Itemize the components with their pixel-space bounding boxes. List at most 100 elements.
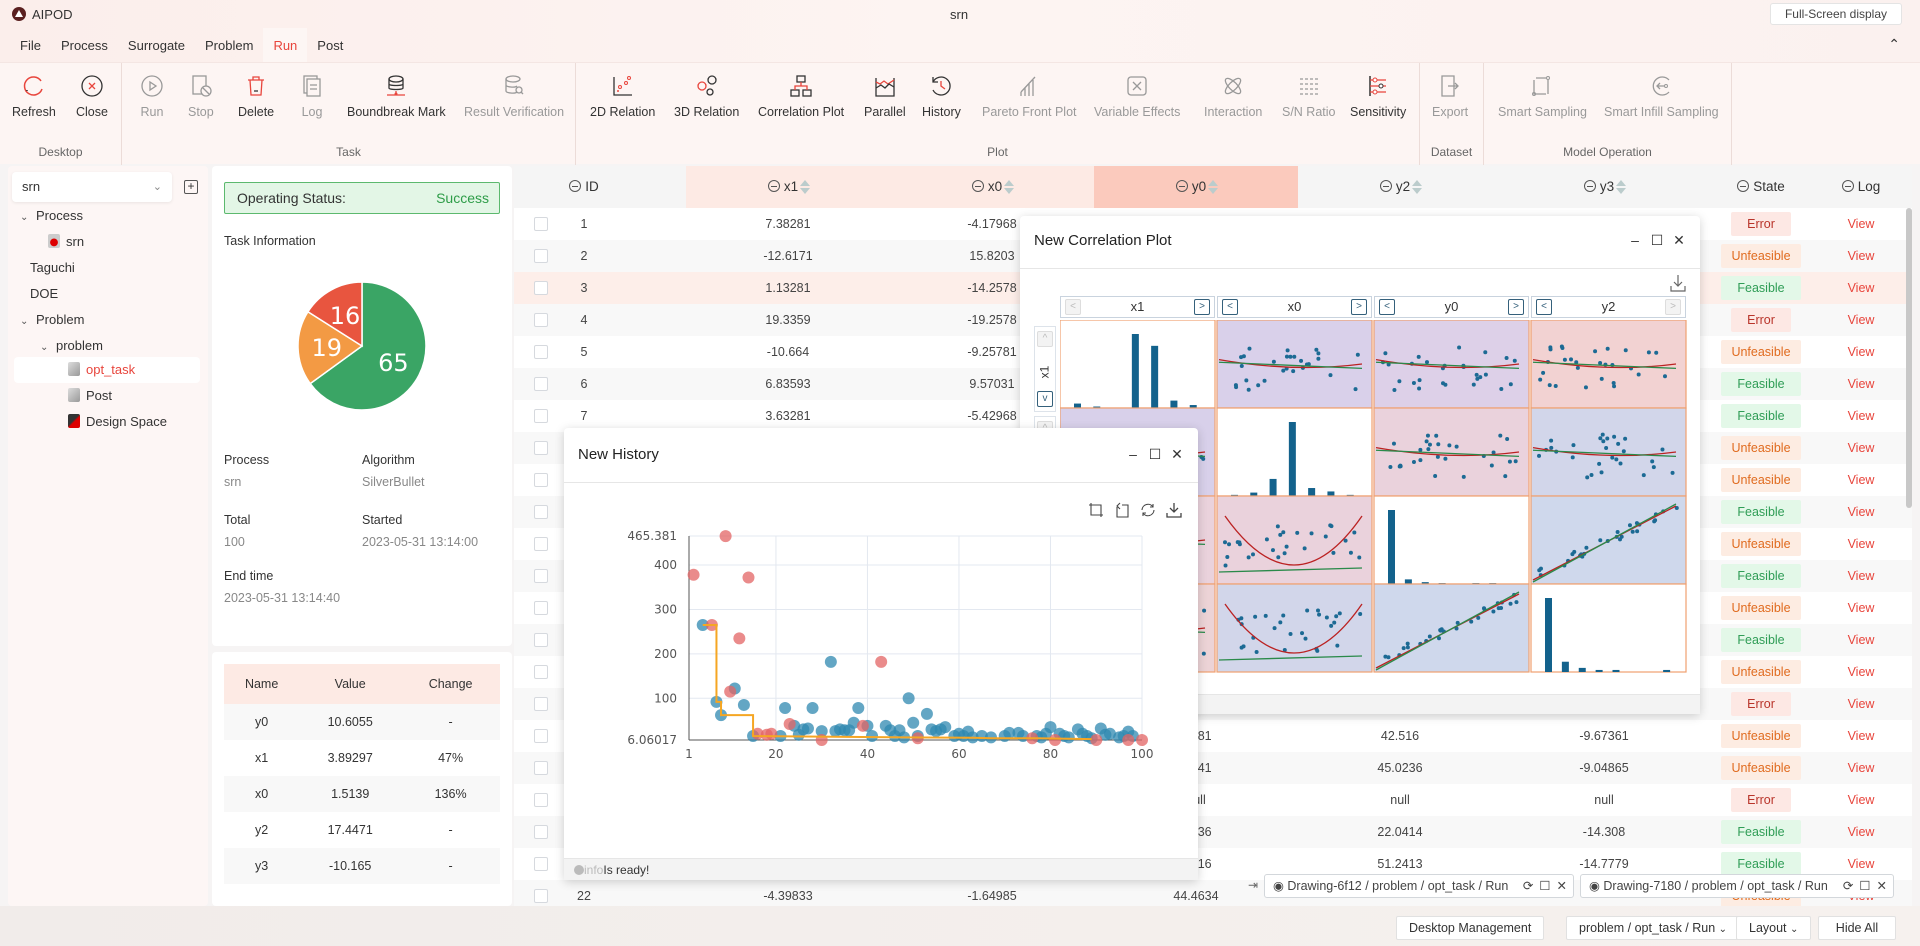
- view-log-link[interactable]: View: [1816, 272, 1906, 304]
- maximize-icon[interactable]: ☐: [1539, 875, 1550, 897]
- sort-icon[interactable]: [1004, 180, 1012, 194]
- refresh-icon[interactable]: ⟳: [1523, 875, 1533, 897]
- maximize-icon[interactable]: ☐: [1148, 446, 1162, 463]
- project-select[interactable]: srn ⌄: [12, 172, 172, 202]
- sn-ratio-button[interactable]: S/N Ratio: [1282, 73, 1336, 119]
- parallel-button[interactable]: Parallel: [864, 73, 906, 119]
- prev-column-button[interactable]: <: [1065, 299, 1081, 315]
- data-point-unfeasible[interactable]: [856, 719, 869, 732]
- matrix-cell-x0-y2[interactable]: [1530, 407, 1687, 497]
- collapse-ribbon-icon[interactable]: ⌃: [1888, 36, 1900, 53]
- result-verification-button[interactable]: Result Verification: [464, 73, 564, 119]
- data-point-feasible[interactable]: [824, 655, 837, 668]
- current-view-dropdown[interactable]: problem / opt_task / Run ⌄: [1566, 916, 1741, 940]
- next-column-button[interactable]: >: [1194, 299, 1210, 315]
- row-next-button[interactable]: v: [1037, 391, 1053, 407]
- 2d-relation-button[interactable]: 2D Relation: [590, 73, 655, 119]
- data-point-unfeasible[interactable]: [765, 727, 778, 740]
- boundbreak-mark-button[interactable]: Boundbreak Mark: [347, 73, 446, 119]
- close-icon[interactable]: ✕: [1557, 875, 1567, 897]
- zoom-select-icon[interactable]: [1088, 502, 1104, 518]
- data-point-unfeasible[interactable]: [1049, 734, 1062, 747]
- collapse-column-icon[interactable]: [569, 180, 582, 192]
- data-point-unfeasible[interactable]: [719, 530, 732, 543]
- zoom-reset-icon[interactable]: [1114, 502, 1130, 518]
- download-icon[interactable]: [1670, 274, 1686, 292]
- smart-sampling-button[interactable]: Smart Sampling: [1498, 73, 1587, 119]
- col-x1[interactable]: x1: [686, 166, 890, 208]
- data-point-feasible[interactable]: [902, 692, 915, 705]
- tree-item-srn[interactable]: srn: [48, 230, 84, 254]
- menu-post[interactable]: Post: [307, 28, 353, 62]
- data-point-unfeasible[interactable]: [783, 718, 796, 731]
- drawing-tab[interactable]: ◉ Drawing-7180 / problem / opt_task / Ru…: [1580, 874, 1894, 898]
- matrix-cell-y2-y2[interactable]: [1530, 583, 1687, 673]
- collapse-column-icon[interactable]: [1175, 180, 1188, 192]
- delete-button[interactable]: Delete: [238, 73, 274, 119]
- view-log-link[interactable]: View: [1816, 688, 1906, 720]
- tree-item-opt-task[interactable]: opt_task: [68, 358, 135, 382]
- matrix-cell-x1-y2[interactable]: [1530, 320, 1687, 409]
- data-point-unfeasible[interactable]: [724, 685, 737, 698]
- next-column-button[interactable]: >: [1351, 299, 1367, 315]
- row-prev-button[interactable]: ^: [1037, 331, 1053, 347]
- history-button[interactable]: History: [922, 73, 961, 119]
- sensitivity-button[interactable]: Sensitivity: [1350, 73, 1406, 119]
- matrix-cell-y0-y0[interactable]: [1373, 495, 1530, 585]
- pin-icon[interactable]: ⇥: [1248, 878, 1258, 892]
- matrix-cell-x0-y0[interactable]: [1373, 407, 1530, 497]
- view-log-link[interactable]: View: [1816, 496, 1906, 528]
- drawing-tab[interactable]: ◉ Drawing-6f12 / problem / opt_task / Ru…: [1264, 874, 1574, 898]
- tree-item-design-space[interactable]: Design Space: [68, 410, 167, 434]
- view-log-link[interactable]: View: [1816, 336, 1906, 368]
- col-y2[interactable]: y2: [1298, 166, 1502, 208]
- close-icon[interactable]: ✕: [1672, 232, 1686, 249]
- tree-item-taguchi[interactable]: Taguchi: [30, 256, 75, 280]
- collapse-column-icon[interactable]: [971, 180, 984, 192]
- matrix-cell-y2-y0[interactable]: [1373, 583, 1530, 673]
- prev-column-button[interactable]: <: [1379, 299, 1395, 315]
- minimize-icon[interactable]: –: [1126, 446, 1140, 463]
- view-log-link[interactable]: View: [1816, 784, 1906, 816]
- tree-item-problem-sub[interactable]: ⌄ problem: [40, 334, 103, 358]
- close-button[interactable]: Close: [76, 73, 108, 119]
- desktop-management-button[interactable]: Desktop Management: [1396, 916, 1545, 940]
- data-point-unfeasible[interactable]: [1136, 734, 1148, 747]
- refresh-button[interactable]: Refresh: [12, 73, 56, 119]
- fullscreen-button[interactable]: Full-Screen display: [1769, 3, 1902, 25]
- interaction-button[interactable]: Interaction: [1204, 73, 1262, 119]
- data-point-unfeasible[interactable]: [875, 655, 888, 668]
- minimize-icon[interactable]: –: [1628, 232, 1642, 249]
- data-point-feasible[interactable]: [920, 707, 933, 720]
- matrix-cell-y0-y2[interactable]: [1530, 495, 1687, 585]
- view-log-link[interactable]: View: [1816, 304, 1906, 336]
- menu-surrogate[interactable]: Surrogate: [118, 28, 195, 62]
- data-point-feasible[interactable]: [907, 716, 920, 729]
- tree-item-problem[interactable]: ⌄ Problem: [20, 308, 84, 332]
- view-log-link[interactable]: View: [1816, 368, 1906, 400]
- col-y0[interactable]: y0: [1094, 166, 1298, 208]
- col-x0[interactable]: x0: [890, 166, 1094, 208]
- matrix-cell-x1-y0[interactable]: [1373, 320, 1530, 409]
- refresh-icon[interactable]: ⟳: [1843, 875, 1853, 897]
- tree-item-doe[interactable]: DOE: [30, 282, 58, 306]
- data-point-feasible[interactable]: [737, 698, 750, 711]
- matrix-cell-y2-x0[interactable]: [1216, 583, 1373, 673]
- add-project-button[interactable]: +: [184, 180, 198, 194]
- data-point-unfeasible[interactable]: [1090, 734, 1103, 747]
- collapse-column-icon[interactable]: [767, 180, 780, 192]
- tree-item-process[interactable]: ⌄ Process: [20, 204, 83, 228]
- save-image-icon[interactable]: [1166, 502, 1182, 518]
- variable-effects-button[interactable]: Variable Effects: [1094, 73, 1180, 119]
- collapse-column-icon[interactable]: [1379, 180, 1392, 192]
- sort-icon[interactable]: [1208, 180, 1216, 194]
- next-column-button[interactable]: >: [1665, 299, 1681, 315]
- collapse-column-icon[interactable]: [1841, 180, 1854, 192]
- hide-all-button[interactable]: Hide All: [1818, 916, 1896, 940]
- col-state[interactable]: State: [1706, 166, 1816, 208]
- close-icon[interactable]: ✕: [1877, 875, 1887, 897]
- layout-dropdown[interactable]: Layout ⌄: [1736, 916, 1812, 940]
- close-icon[interactable]: ✕: [1170, 446, 1184, 463]
- view-log-link[interactable]: View: [1816, 464, 1906, 496]
- prev-column-button[interactable]: <: [1536, 299, 1552, 315]
